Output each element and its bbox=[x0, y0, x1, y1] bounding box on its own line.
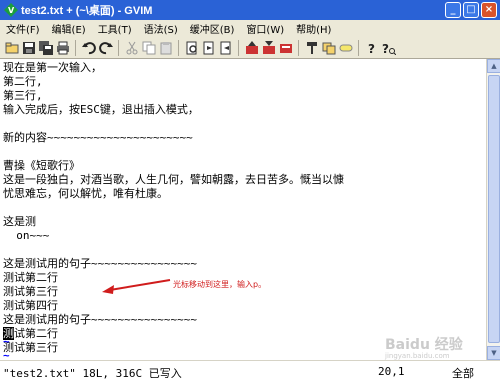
text-line: 测试第四行 bbox=[3, 299, 58, 312]
load-session-icon[interactable] bbox=[243, 39, 260, 56]
text-line: 曹操《短歌行》 bbox=[3, 159, 80, 172]
menu-bar: 文件(F) 编辑(E) 工具(T) 语法(S) 缓冲区(B) 窗口(W) 帮助(… bbox=[0, 20, 500, 37]
text-line: 测试第二行 bbox=[3, 271, 58, 284]
save-icon[interactable] bbox=[20, 39, 37, 56]
menu-edit[interactable]: 编辑(E) bbox=[46, 21, 92, 36]
annotation-text: 光标移动到这里，输入p。 bbox=[173, 280, 267, 289]
find-help-icon[interactable]: ? bbox=[380, 39, 397, 56]
text-line: 测试第三行 bbox=[3, 341, 58, 354]
minimize-button[interactable]: _ bbox=[445, 2, 461, 18]
menu-tools[interactable]: 工具(T) bbox=[92, 21, 138, 36]
text-line: 新的内容~~~~~~~~~~~~~~~~~~~~~~ bbox=[3, 131, 193, 144]
text-line: 现在是第一次输入， bbox=[3, 61, 102, 74]
close-button[interactable]: × bbox=[481, 2, 497, 18]
gvim-app-icon: V bbox=[4, 3, 18, 17]
redo-icon[interactable] bbox=[97, 39, 114, 56]
text-line: 这是测试用的句子~~~~~~~~~~~~~~~~ bbox=[3, 257, 197, 270]
menu-window[interactable]: 窗口(W) bbox=[240, 21, 290, 36]
text-line: 忧思难忘，何以解忧，唯有杜康。 bbox=[3, 187, 168, 200]
jump-tag-icon[interactable] bbox=[337, 39, 354, 56]
menu-buffers[interactable]: 缓冲区(B) bbox=[184, 21, 241, 36]
text-line: 这是一段独白，对酒当歌，人生几何，譬如朝露，去日苦多。慨当以慷 bbox=[3, 173, 344, 186]
editor-area[interactable]: 现在是第一次输入， 第二行, 第三行, 输入完成后，按ESC键，退出插入模式， … bbox=[0, 59, 486, 360]
paste-icon[interactable] bbox=[157, 39, 174, 56]
scroll-down-icon[interactable]: ▼ bbox=[487, 346, 500, 360]
undo-icon[interactable] bbox=[80, 39, 97, 56]
text-line: on~~~ bbox=[3, 229, 50, 242]
watermark: Baidu 经验 jingyan.baidu.com bbox=[385, 334, 463, 360]
svg-text:?: ? bbox=[368, 42, 375, 55]
cursor-position: 20,1 bbox=[378, 365, 405, 378]
scroll-position: 全部 bbox=[452, 367, 474, 380]
print-icon[interactable] bbox=[54, 39, 71, 56]
text-line: 输入完成后，按ESC键，退出插入模式， bbox=[3, 103, 199, 116]
scroll-thumb[interactable] bbox=[488, 75, 500, 343]
status-line: "test2.txt" 18L, 316C 已写入 20,1 全部 bbox=[0, 360, 500, 383]
make-icon[interactable] bbox=[303, 39, 320, 56]
help-icon[interactable]: ? bbox=[363, 39, 380, 56]
file-info: "test2.txt" 18L, 316C 已写入 bbox=[3, 367, 182, 380]
cursor-line: 测试第二行 bbox=[3, 326, 58, 341]
menu-syntax[interactable]: 语法(S) bbox=[138, 21, 184, 36]
toolbar: ? ? bbox=[0, 37, 500, 59]
cut-icon[interactable] bbox=[123, 39, 140, 56]
maximize-button[interactable]: □ bbox=[463, 2, 479, 18]
find-next-icon[interactable] bbox=[200, 39, 217, 56]
empty-line-tilde: ~ bbox=[3, 335, 10, 348]
title-bar: V test2.txt + (~\桌面) - GVIM _ □ × bbox=[0, 0, 500, 20]
text-line: 第三行, bbox=[3, 89, 43, 102]
watermark-text: Baidu 经验 bbox=[385, 337, 463, 353]
scroll-up-icon[interactable]: ▲ bbox=[487, 59, 500, 73]
build-tags-icon[interactable] bbox=[320, 39, 337, 56]
text-line: 第二行, bbox=[3, 75, 43, 88]
svg-text:V: V bbox=[8, 6, 15, 15]
menu-file[interactable]: 文件(F) bbox=[0, 21, 46, 36]
find-prev-icon[interactable] bbox=[217, 39, 234, 56]
annotation-arrow bbox=[102, 279, 171, 294]
text-line: 这是测试用的句子~~~~~~~~~~~~~~~~ bbox=[3, 313, 197, 326]
menu-help[interactable]: 帮助(H) bbox=[290, 21, 337, 36]
svg-text:?: ? bbox=[382, 42, 389, 55]
save-session-icon[interactable] bbox=[260, 39, 277, 56]
open-icon[interactable] bbox=[3, 39, 20, 56]
copy-icon[interactable] bbox=[140, 39, 157, 56]
text-line: 测试第三行 bbox=[3, 285, 58, 298]
window-title: test2.txt + (~\桌面) - GVIM bbox=[21, 5, 153, 17]
vertical-scrollbar[interactable]: ▲ ▼ bbox=[486, 59, 500, 360]
save-all-icon[interactable] bbox=[37, 39, 54, 56]
watermark-sub: jingyan.baidu.com bbox=[385, 352, 450, 360]
text-line: 这是测 bbox=[3, 215, 36, 228]
cursor-line-rest: 试第二行 bbox=[14, 327, 58, 340]
run-script-icon[interactable] bbox=[277, 39, 294, 56]
find-replace-icon[interactable] bbox=[183, 39, 200, 56]
